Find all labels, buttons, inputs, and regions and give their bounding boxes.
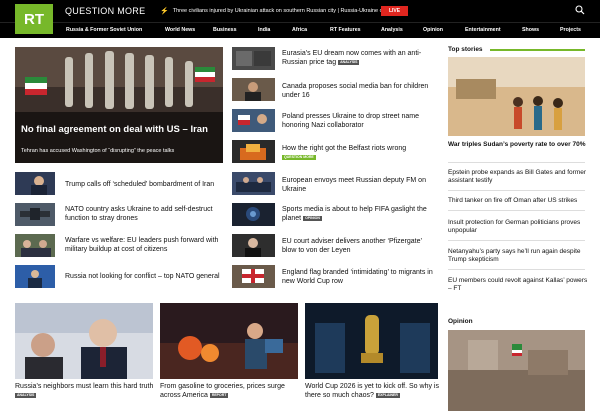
story-title[interactable]: NATO country asks Ukraine to add self-de…: [65, 205, 225, 223]
nav-opinion[interactable]: Opinion: [423, 27, 443, 33]
top-story-item[interactable]: Epstein probe expands as Bill Gates and …: [448, 169, 588, 185]
divider: [448, 210, 585, 211]
question-more-slogan: QUESTION MORE: [65, 6, 146, 16]
story-title-text[interactable]: How the right got the Belfast riots wron…: [282, 145, 406, 152]
opinion-tag: OPINION: [303, 215, 322, 221]
nav-russia[interactable]: Russia & Former Soviet Union: [66, 27, 142, 33]
story-title[interactable]: Russia not looking for conflict – top NA…: [65, 272, 225, 281]
rt-logo[interactable]: RT: [15, 4, 53, 34]
story-thumbnail[interactable]: [232, 47, 275, 70]
top-stories-heading: Top stories: [448, 46, 483, 53]
nav-shows[interactable]: Shows: [522, 27, 539, 33]
hero-story[interactable]: No final agreement on deal with US – Ira…: [15, 47, 223, 163]
story-thumbnail[interactable]: [15, 234, 55, 257]
nav-analysis[interactable]: Analysis: [381, 27, 403, 33]
divider: [448, 190, 585, 191]
story-thumbnail[interactable]: [232, 203, 275, 226]
story-thumbnail[interactable]: [15, 172, 55, 195]
story-title[interactable]: Poland presses Ukraine to drop street na…: [282, 112, 437, 130]
story-thumbnail[interactable]: [232, 265, 275, 288]
top-story-item[interactable]: Insult protection for German politicians…: [448, 219, 588, 235]
story-title[interactable]: EU court adviser delivers another ‘Pfize…: [282, 237, 437, 255]
story-title[interactable]: European envoys meet Russian deputy FM o…: [282, 176, 437, 194]
analysis-tag: ANALYSIS: [338, 59, 360, 65]
story-thumbnail[interactable]: [232, 78, 275, 101]
story-title[interactable]: Eurasia’s EU dream now comes with an ant…: [282, 49, 437, 67]
divider: [448, 269, 585, 270]
hero-subtitle: Tehran has accused Washington of “disrup…: [21, 148, 175, 154]
hero-title[interactable]: No final agreement on deal with US – Ira…: [21, 124, 221, 135]
top-story-lead[interactable]: War triples Sudan’s poverty rate to over…: [448, 141, 588, 149]
nav-rt-features[interactable]: RT Features: [330, 27, 361, 33]
top-story-item[interactable]: Netanyahu’s party says he’ll run again d…: [448, 248, 588, 264]
opinion-image[interactable]: [448, 330, 585, 411]
explainer-tag: EXPLAINER: [375, 392, 400, 398]
nav-projects[interactable]: Projects: [560, 27, 581, 33]
story-title[interactable]: Canada proposes social media ban for chi…: [282, 82, 437, 100]
report-tag: REPORT: [209, 392, 229, 398]
bottom-story-title-text[interactable]: World Cup 2026 is yet to kick off. So wh…: [305, 383, 439, 399]
story-thumbnail[interactable]: [15, 265, 55, 288]
bottom-story-title-text[interactable]: Russia’s neighbors must learn this hard …: [15, 383, 153, 390]
top-story-image[interactable]: [448, 57, 585, 136]
bottom-story-title[interactable]: From gasoline to groceries, prices surge…: [160, 382, 298, 400]
bottom-story-title[interactable]: World Cup 2026 is yet to kick off. So wh…: [305, 382, 440, 400]
divider: [448, 162, 585, 163]
nav-africa[interactable]: Africa: [292, 27, 307, 33]
nav-business[interactable]: Business: [213, 27, 237, 33]
bottom-story-image[interactable]: [305, 303, 438, 379]
opinion-heading: Opinion: [448, 318, 473, 325]
nav-india[interactable]: India: [258, 27, 270, 33]
story-title[interactable]: Trump calls off ‘scheduled’ bombardment …: [65, 180, 225, 189]
news-ticker[interactable]: ⚡ Three civilians injured by Ukrainian a…: [160, 7, 397, 15]
story-thumbnail[interactable]: [232, 234, 275, 257]
ticker-text[interactable]: Three civilians injured by Ukrainian att…: [173, 8, 397, 14]
story-thumbnail[interactable]: [232, 109, 275, 132]
bottom-story-image[interactable]: [15, 303, 153, 379]
heading-accent-line: [490, 49, 585, 51]
live-button[interactable]: LIVE: [381, 6, 408, 16]
lightning-icon: ⚡: [160, 8, 169, 15]
bottom-story-image[interactable]: [160, 303, 298, 379]
analysis-tag: ANALYSIS: [15, 392, 37, 398]
divider: [448, 240, 585, 241]
main-nav: Russia & Former Soviet Union World News …: [0, 22, 600, 38]
nav-world-news[interactable]: World News: [165, 27, 195, 33]
bottom-story-title[interactable]: Russia’s neighbors must learn this hard …: [15, 382, 155, 400]
search-icon[interactable]: [575, 5, 585, 15]
story-thumbnail[interactable]: [232, 140, 275, 163]
story-title[interactable]: Warfare vs welfare: EU leaders push forw…: [65, 236, 225, 254]
nav-entertainment[interactable]: Entertainment: [465, 27, 501, 33]
story-title[interactable]: Sports media is about to help FIFA gasli…: [282, 205, 437, 223]
story-thumbnail[interactable]: [15, 203, 55, 226]
story-title[interactable]: England flag branded ‘intimidating’ to m…: [282, 268, 437, 286]
story-title[interactable]: How the right got the Belfast riots wron…: [282, 144, 437, 162]
top-story-item[interactable]: EU members could revolt against Kallas’ …: [448, 277, 588, 293]
question-more-tag: QUESTION MORE: [282, 154, 316, 160]
story-thumbnail[interactable]: [232, 172, 275, 195]
top-story-item[interactable]: Third tanker on fire off Oman after US s…: [448, 197, 588, 205]
hero-image: [15, 47, 223, 163]
